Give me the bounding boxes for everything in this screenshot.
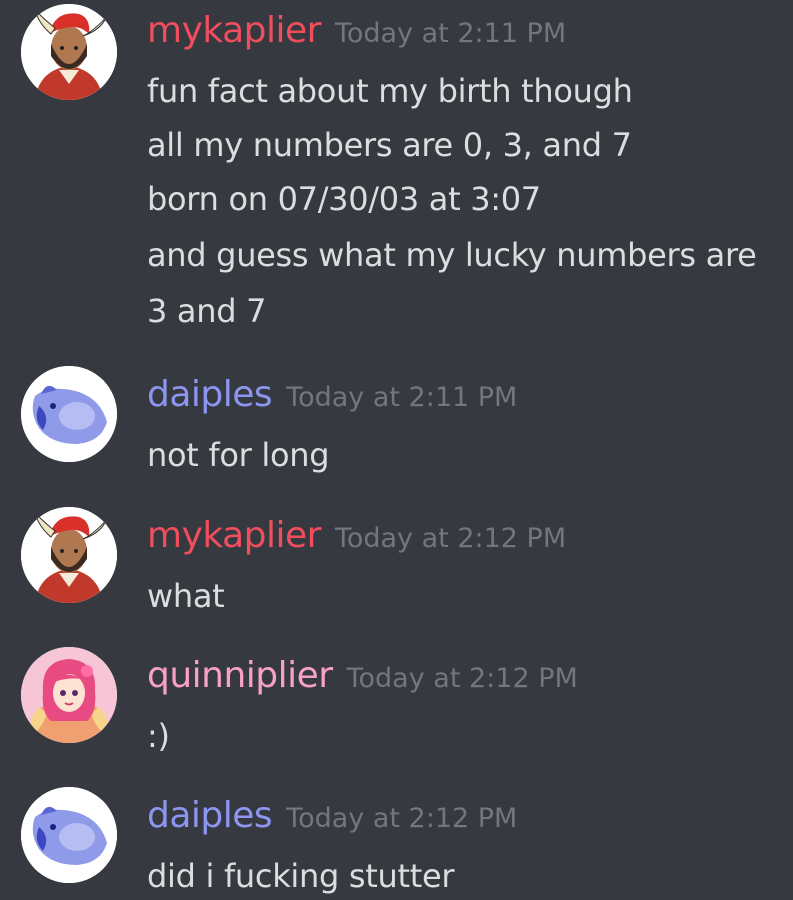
horned-man-avatar[interactable] bbox=[21, 507, 117, 603]
blue-cat-avatar[interactable] bbox=[21, 366, 117, 462]
timestamp: Today at 2:12 PM bbox=[286, 803, 518, 834]
timestamp: Today at 2:12 PM bbox=[346, 663, 578, 694]
author-name[interactable]: mykaplier bbox=[147, 10, 321, 51]
author-name[interactable]: mykaplier bbox=[147, 515, 321, 556]
message-text: what bbox=[147, 577, 225, 615]
message-text: and guess what my lucky numbers are bbox=[147, 236, 757, 274]
message-text: fun fact about my birth though bbox=[147, 72, 633, 110]
message-text: not for long bbox=[147, 436, 330, 474]
pink-doll-avatar[interactable] bbox=[21, 647, 117, 743]
message-text: 3 and 7 bbox=[147, 292, 267, 330]
timestamp: Today at 2:11 PM bbox=[334, 18, 567, 49]
timestamp: Today at 2:11 PM bbox=[286, 382, 518, 413]
message-text: all my numbers are 0, 3, and 7 bbox=[147, 126, 632, 164]
horned-man-avatar[interactable] bbox=[21, 4, 117, 100]
author-name[interactable]: daiples bbox=[147, 374, 273, 415]
message-text: :) bbox=[147, 717, 170, 755]
author-name[interactable]: quinniplier bbox=[147, 655, 333, 696]
message-text: did i fucking stutter bbox=[147, 857, 455, 895]
blue-cat-avatar[interactable] bbox=[21, 787, 117, 883]
author-name[interactable]: daiples bbox=[147, 795, 273, 836]
message-text: born on 07/30/03 at 3:07 bbox=[147, 180, 541, 218]
timestamp: Today at 2:12 PM bbox=[334, 523, 567, 554]
